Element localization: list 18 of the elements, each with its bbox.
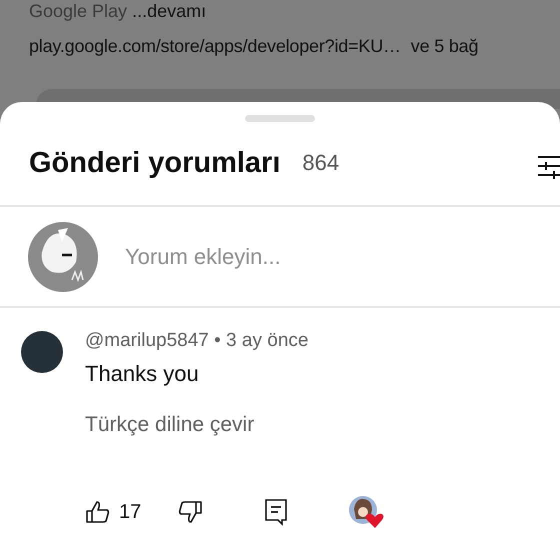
comment-input[interactable]: Yorum ekleyin...	[125, 244, 425, 270]
dislike-icon[interactable]	[177, 499, 204, 525]
translate-link[interactable]: Türkçe diline çevir	[85, 413, 384, 437]
comment-meta[interactable]: @marilup5847 • 3 ay önce	[85, 330, 384, 352]
comment-text: Thanks you	[85, 361, 200, 387]
description-text: Google Play	[29, 1, 128, 21]
reply-icon[interactable]	[264, 498, 288, 526]
avatar-icon	[21, 331, 63, 373]
filter-icon[interactable]	[538, 153, 560, 179]
more-links-link[interactable]: ve 5 bağ	[410, 36, 478, 57]
like-icon[interactable]	[85, 499, 111, 525]
avatar-icon	[28, 222, 98, 292]
sheet-title: Gönderi yorumları	[29, 146, 280, 180]
more-link[interactable]: ...devamı	[132, 1, 206, 21]
link[interactable]: play.google.com/store/apps/developer?id=KU…	[29, 36, 401, 57]
drag-handle[interactable]	[245, 115, 315, 122]
comment-count: 864	[302, 150, 340, 176]
like-count: 17	[119, 500, 142, 524]
